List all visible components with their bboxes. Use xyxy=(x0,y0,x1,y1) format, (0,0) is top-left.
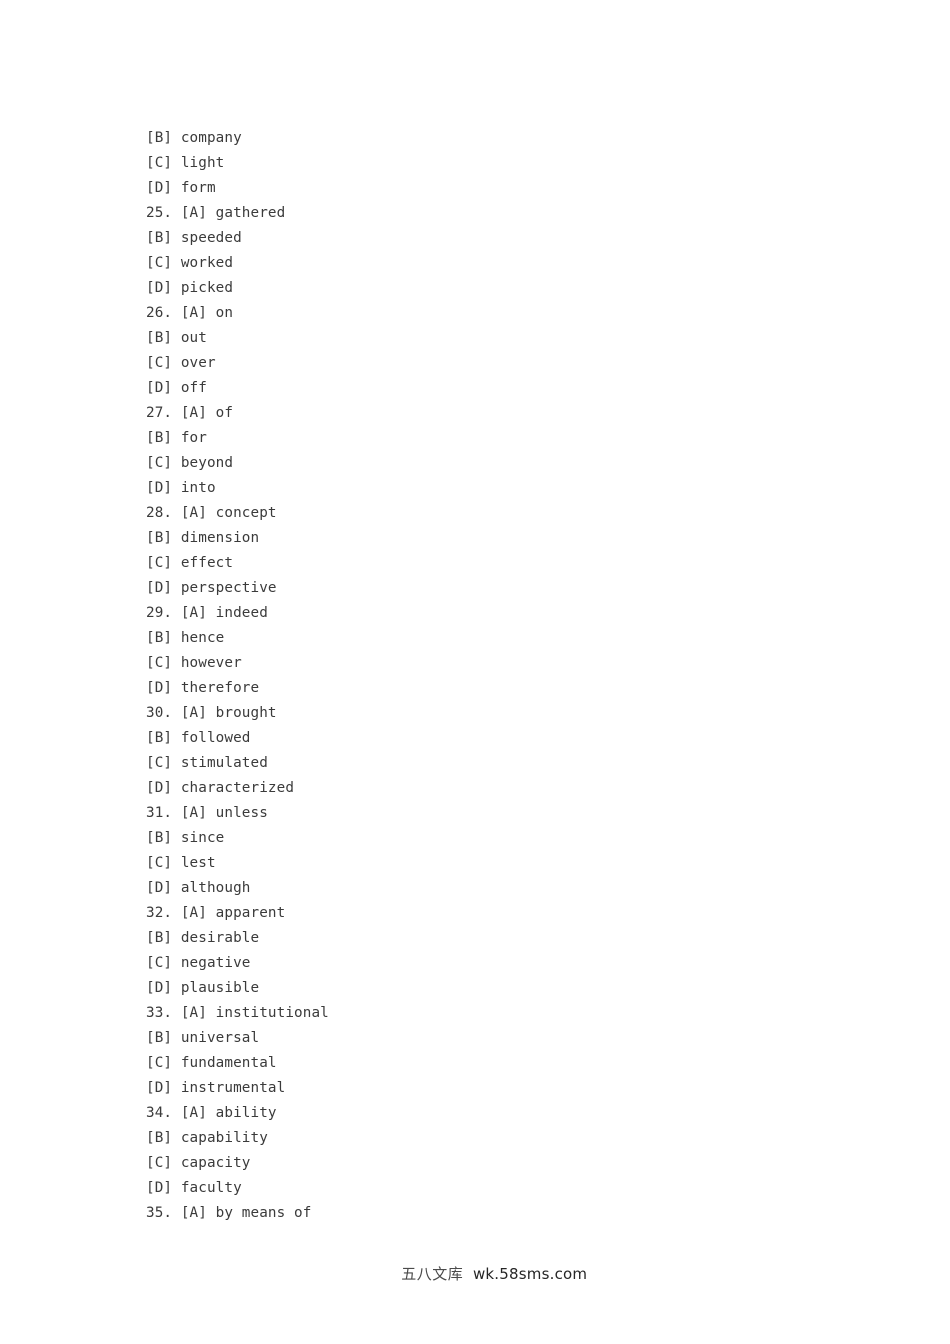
option-line: [B] dimension xyxy=(146,530,260,546)
option-line: [D] characterized xyxy=(146,780,295,796)
option-line: [B] out xyxy=(146,330,207,346)
option-line: [B] speeded xyxy=(146,230,242,246)
option-line: [C] fundamental xyxy=(146,1055,277,1071)
option-line: [D] therefore xyxy=(146,680,260,696)
option-line: [C] capacity xyxy=(146,1155,251,1171)
option-line: [C] beyond xyxy=(146,455,234,471)
footer-watermark: 五八文库 wk.58sms.com xyxy=(0,1244,950,1303)
option-line: [C] light xyxy=(146,155,225,171)
document-page: [B] company [C] light [D] form 25. [A] gath… xyxy=(0,0,950,1344)
option-line: [B] followed xyxy=(146,730,251,746)
option-line: [B] desirable xyxy=(146,930,260,946)
question-option-line-first: 25. [A] gathered xyxy=(146,205,286,221)
option-line: [B] company xyxy=(146,130,242,146)
option-line: [D] picked xyxy=(146,280,234,296)
question-option-line-first: 32. [A] apparent xyxy=(146,905,286,921)
option-line: [D] off xyxy=(146,380,207,396)
option-line: [D] perspective xyxy=(146,580,277,596)
option-line: [B] hence xyxy=(146,630,225,646)
watermark-separator xyxy=(463,1264,473,1283)
option-line: [D] instrumental xyxy=(146,1080,286,1096)
option-line: [B] for xyxy=(146,430,207,446)
question-option-line-first: 27. [A] of xyxy=(146,405,234,421)
option-line: [C] stimulated xyxy=(146,755,268,771)
question-option-line-first: 31. [A] unless xyxy=(146,805,268,821)
option-line: [C] however xyxy=(146,655,242,671)
watermark-site-name: 五八文库 xyxy=(401,1265,464,1283)
question-option-line-first: 33. [A] institutional xyxy=(146,1005,329,1021)
question-option-line-first: 35. [A] by means of xyxy=(146,1205,312,1221)
question-option-line-first: 30. [A] brought xyxy=(146,705,277,721)
question-option-line-first: 26. [A] on xyxy=(146,305,234,321)
question-option-line-first: 28. [A] concept xyxy=(146,505,277,521)
option-line: [B] capability xyxy=(146,1130,268,1146)
option-line: [C] effect xyxy=(146,555,234,571)
option-line: [C] worked xyxy=(146,255,234,271)
option-line: [B] since xyxy=(146,830,225,846)
watermark-site-url: wk.58sms.com xyxy=(472,1265,588,1283)
option-line: [D] into xyxy=(146,480,216,496)
option-line: [D] although xyxy=(146,880,251,896)
answer-options-list: [B] company [C] light [D] form 25. [A] gath… xyxy=(146,126,846,1226)
option-line: [C] lest xyxy=(146,855,216,871)
option-line: [D] form xyxy=(146,180,216,196)
option-line: [B] universal xyxy=(146,1030,260,1046)
option-line: [C] negative xyxy=(146,955,251,971)
option-line: [D] plausible xyxy=(146,980,260,996)
question-option-line-first: 34. [A] ability xyxy=(146,1105,277,1121)
question-option-line-first: 29. [A] indeed xyxy=(146,605,268,621)
option-line: [C] over xyxy=(146,355,216,371)
option-line: [D] faculty xyxy=(146,1180,242,1196)
